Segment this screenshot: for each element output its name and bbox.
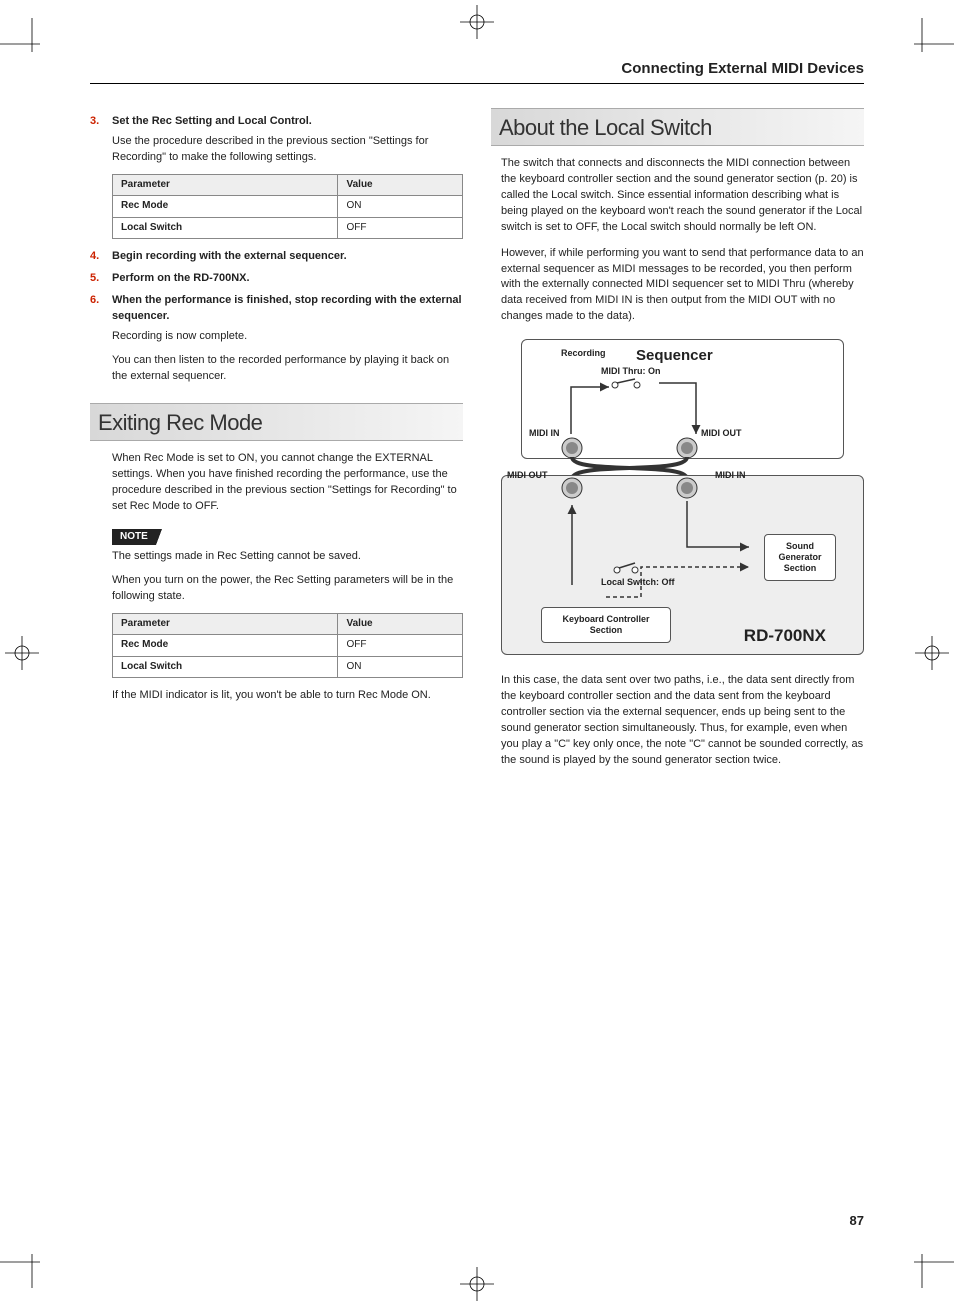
recording-label: Recording [561, 347, 606, 360]
step-para: Use the procedure described in the previ… [112, 134, 463, 166]
step-para: Recording is now complete. [112, 329, 463, 345]
th-param: Parameter [113, 174, 338, 196]
sound-gen-box: Sound Generator Section [764, 534, 836, 580]
midi-port-icon [676, 437, 698, 459]
th-value: Value [338, 613, 463, 635]
step-number: 3. [90, 114, 112, 130]
local-switch-diagram: Recording Sequencer MIDI Thru: On MIDI I… [501, 339, 864, 659]
midi-out-label: MIDI OUT [507, 469, 548, 482]
midi-out-label: MIDI OUT [701, 427, 742, 440]
th-param: Parameter [113, 613, 338, 635]
step-number: 4. [90, 249, 112, 265]
section-exiting-rec-mode: Exiting Rec Mode [90, 403, 463, 441]
body-text: The switch that connects and disconnects… [501, 156, 864, 236]
section-about-local-switch: About the Local Switch [491, 108, 864, 146]
body-text: However, if while performing you want to… [501, 246, 864, 326]
table-row: Rec ModeON [113, 196, 463, 218]
th-value: Value [338, 174, 463, 196]
note-text: The settings made in Rec Setting cannot … [112, 549, 463, 565]
step-number: 5. [90, 271, 112, 287]
note-text: When you turn on the power, the Rec Sett… [112, 573, 463, 605]
page-number: 87 [850, 1213, 864, 1228]
body-text: If the MIDI indicator is lit, you won't … [112, 688, 463, 704]
midi-port-icon [561, 477, 583, 499]
step-number: 6. [90, 293, 112, 325]
body-text: When Rec Mode is set to ON, you cannot c… [112, 451, 463, 515]
step-6: 6. When the performance is finished, sto… [90, 293, 463, 325]
note-label: NOTE [112, 529, 156, 546]
midi-port-icon [561, 437, 583, 459]
step-title: Begin recording with the external sequen… [112, 249, 463, 265]
step-title: When the performance is finished, stop r… [112, 293, 463, 325]
step-title: Set the Rec Setting and Local Control. [112, 114, 463, 130]
midi-port-icon [676, 477, 698, 499]
rd-700nx-label: RD-700NX [744, 624, 826, 649]
left-column: 3. Set the Rec Setting and Local Control… [90, 108, 463, 779]
table-row: Local SwitchOFF [113, 217, 463, 239]
keyboard-controller-box: Keyboard Controller Section [541, 607, 671, 643]
table-row: Local SwitchON [113, 656, 463, 678]
switch-icon [611, 561, 651, 575]
step-5: 5. Perform on the RD-700NX. [90, 271, 463, 287]
step-title: Perform on the RD-700NX. [112, 271, 463, 287]
step-3: 3. Set the Rec Setting and Local Control… [90, 114, 463, 130]
right-column: About the Local Switch The switch that c… [491, 108, 864, 779]
params-table-2: ParameterValue Rec ModeOFF Local SwitchO… [112, 613, 463, 679]
table-row: Rec ModeOFF [113, 635, 463, 657]
step-para: You can then listen to the recorded perf… [112, 353, 463, 385]
step-4: 4. Begin recording with the external seq… [90, 249, 463, 265]
running-head: Connecting External MIDI Devices [90, 60, 864, 84]
local-switch-label: Local Switch: Off [601, 576, 675, 589]
body-text: In this case, the data sent over two pat… [501, 673, 864, 769]
midi-in-label: MIDI IN [715, 469, 746, 482]
sequencer-label: Sequencer [636, 345, 713, 367]
params-table-1: ParameterValue Rec ModeON Local SwitchOF… [112, 174, 463, 240]
midi-in-label: MIDI IN [529, 427, 560, 440]
